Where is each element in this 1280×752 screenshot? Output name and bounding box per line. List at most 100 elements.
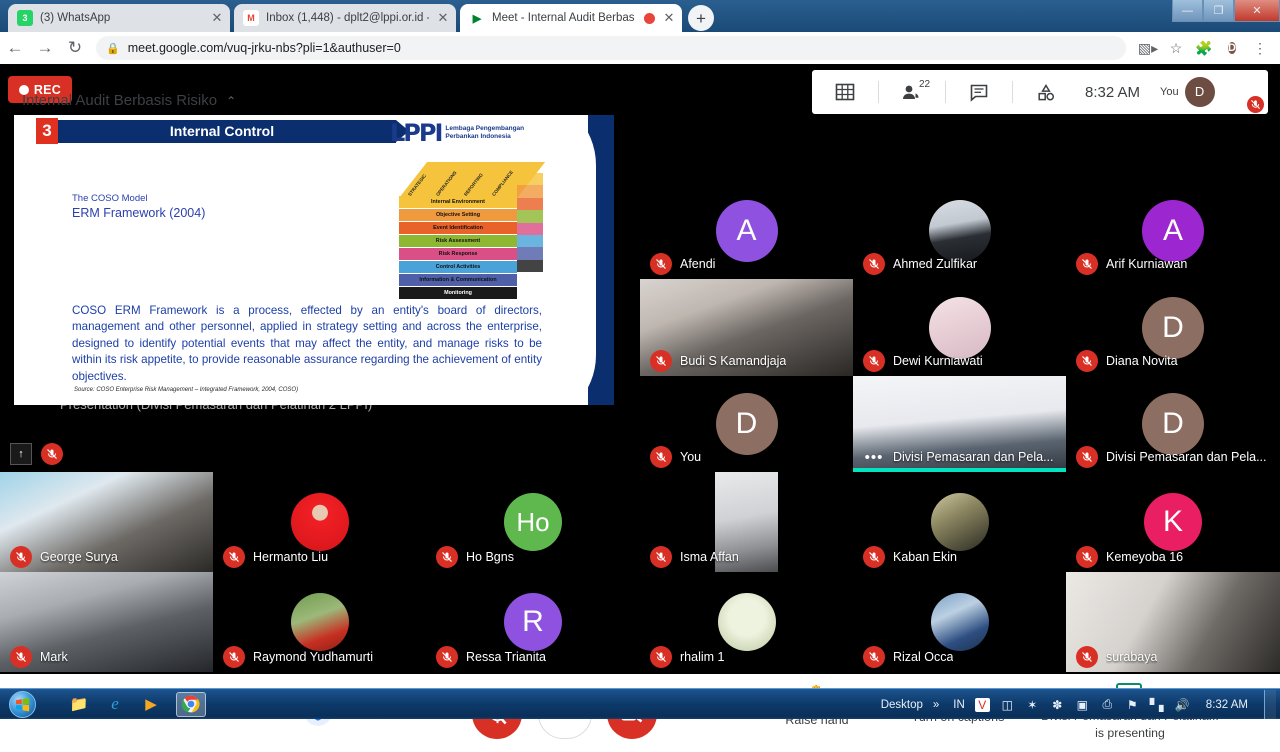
participant-mic-off-icon xyxy=(436,646,458,668)
participant-mic-off-icon xyxy=(863,350,885,372)
mic-off-glyph xyxy=(656,652,666,662)
taskbar-clock[interactable]: 8:32 AM xyxy=(1206,699,1248,711)
safely-remove-icon[interactable]: ⎙ xyxy=(1100,697,1115,712)
browser-tab-meet[interactable]: ▶ Meet - Internal Audit Berbas ✕ xyxy=(460,4,682,32)
mic-off-glyph xyxy=(656,356,666,366)
participant-count-badge: 22 xyxy=(919,79,931,90)
pin-presentation-button[interactable]: ↑ xyxy=(10,443,32,465)
videocam-icon[interactable]: ▧▸ xyxy=(1134,40,1162,57)
kebab-menu-icon[interactable]: ⋮ xyxy=(1246,40,1274,57)
chat-icon[interactable] xyxy=(946,70,1012,114)
participant-tile[interactable]: rhalim 1 xyxy=(640,572,853,672)
participant-name: Kaban Ekin xyxy=(893,550,957,564)
presentation-mic-off-icon xyxy=(41,443,63,465)
forward-icon[interactable]: → xyxy=(30,38,60,58)
network-map-icon[interactable]: ▣ xyxy=(1075,698,1090,712)
adobe-icon[interactable]: ✽ xyxy=(1050,698,1065,712)
antivirus-icon[interactable]: V xyxy=(974,697,990,712)
profile-initial: D xyxy=(1228,42,1236,54)
window-maximize-button[interactable]: ❐ xyxy=(1203,0,1234,22)
star-icon[interactable]: ☆ xyxy=(1162,40,1190,57)
participant-name: Ressa Trianita xyxy=(466,650,546,664)
layout-grid-glyph xyxy=(835,83,855,101)
new-tab-button[interactable]: + xyxy=(688,5,714,31)
media-player-icon[interactable]: ▶ xyxy=(140,693,162,715)
tab-close-button[interactable]: ✕ xyxy=(210,11,224,25)
mic-off-glyph xyxy=(229,652,239,662)
participant-tile[interactable]: Rizal Occa xyxy=(853,572,1066,672)
participant-tile[interactable]: Ahmed Zulfikar xyxy=(853,182,1066,279)
chevron-up-icon[interactable]: ⌃ xyxy=(226,94,236,108)
flag-icon[interactable]: ⚑ xyxy=(1125,698,1140,712)
participant-name: Arif Kurniawan xyxy=(1106,257,1188,271)
battery-icon[interactable]: ◫ xyxy=(1000,698,1015,712)
meeting-info[interactable]: Internal Audit Berbasis Risiko ⌃ xyxy=(22,92,236,109)
activities-glyph xyxy=(1038,84,1055,101)
internet-explorer-icon[interactable]: e xyxy=(104,693,126,715)
photo-cartoon-hijab xyxy=(928,296,991,359)
participant-name: Isma Affan xyxy=(680,550,739,564)
address-bar[interactable]: 🔒 meet.google.com/vuq-jrku-nbs?pli=1&aut… xyxy=(96,36,1126,60)
participant-tile[interactable]: D Diana Novita xyxy=(1066,279,1280,376)
participant-tile[interactable]: A Arif Kurniawan xyxy=(1066,182,1280,279)
participant-tile[interactable]: R Ressa Trianita xyxy=(426,572,640,672)
presentation-slide[interactable]: Internal Control 3 LPPI Lembaga Pengemba… xyxy=(14,115,614,405)
tray-overflow-icon[interactable]: » xyxy=(933,699,939,711)
tab-recording-indicator-icon xyxy=(644,12,655,24)
system-tray: Desktop » IN V ◫ ✶ ✽ ▣ ⎙ ⚑ ▘▖ 🔊 8:32 AM xyxy=(881,689,1280,720)
mic-off-glyph xyxy=(442,552,452,562)
participant-tile[interactable]: D You xyxy=(640,376,853,472)
file-explorer-icon[interactable]: 📁 xyxy=(68,693,90,715)
coso-cube-row: Risk Assessment xyxy=(399,235,517,248)
desktop-label[interactable]: Desktop xyxy=(881,699,923,711)
chat-glyph xyxy=(970,84,988,102)
participant-tile[interactable]: A Afendi xyxy=(640,182,853,279)
back-icon[interactable]: ← xyxy=(0,38,30,58)
participant-tile[interactable]: Mark xyxy=(0,572,213,672)
participant-mic-off-icon xyxy=(10,546,32,568)
window-close-button[interactable]: ✕ xyxy=(1234,0,1280,22)
participant-name: You xyxy=(680,450,702,464)
participant-tile[interactable]: surabaya xyxy=(1066,572,1280,672)
participant-tile[interactable]: Isma Affan xyxy=(640,472,853,572)
coso-cube-row: Risk Response xyxy=(399,248,517,261)
tab-close-button[interactable]: ✕ xyxy=(662,11,676,25)
reload-icon[interactable]: ↻ xyxy=(60,38,90,58)
bluetooth-icon[interactable]: ✶ xyxy=(1025,698,1040,712)
participant-tile[interactable]: George Surya xyxy=(0,472,213,572)
you-avatar[interactable]: D xyxy=(1184,77,1215,107)
participant-tile[interactable]: K Kemeyoba 16 xyxy=(1066,472,1280,572)
language-indicator[interactable]: IN xyxy=(953,699,965,711)
signal-icon[interactable]: ▘▖ xyxy=(1150,698,1168,712)
activities-icon[interactable] xyxy=(1013,70,1079,114)
participant-avatar: Ho xyxy=(504,493,562,551)
participant-mic-off-icon xyxy=(863,646,885,668)
extensions-icon[interactable]: 🧩 xyxy=(1190,40,1218,57)
people-icon[interactable]: 22 xyxy=(879,70,945,114)
participant-tile[interactable]: Raymond Yudhamurti xyxy=(213,572,426,672)
show-desktop-button[interactable] xyxy=(1264,690,1276,719)
participant-tile[interactable]: ••• Divisi Pemasaran dan Pela... xyxy=(853,376,1066,472)
participant-tile[interactable]: Budi S Kamandjaja xyxy=(640,279,853,376)
participant-avatar: D xyxy=(715,393,778,455)
participant-name: Divisi Pemasaran dan Pela... xyxy=(893,450,1054,464)
present-status-line2: is presenting xyxy=(1095,725,1165,740)
participant-more-dots-icon[interactable]: ••• xyxy=(863,446,885,468)
participant-tile[interactable]: Ho Ho Bgns xyxy=(426,472,640,572)
browser-tab-whatsapp[interactable]: 3 (3) WhatsApp ✕ xyxy=(8,4,230,32)
layout-grid-icon[interactable] xyxy=(812,70,878,114)
participant-tile[interactable]: Kaban Ekin xyxy=(853,472,1066,572)
profile-avatar[interactable]: D xyxy=(1218,38,1246,58)
participant-tile[interactable]: D Divisi Pemasaran dan Pela... xyxy=(1066,376,1280,472)
browser-tab-gmail[interactable]: M Inbox (1,448) - dplt2@lppi.or.id - ✕ xyxy=(234,4,456,32)
start-button[interactable] xyxy=(0,690,44,719)
slide-number: 3 xyxy=(36,118,58,144)
coso-cube-top-label: REPORTING xyxy=(463,172,484,197)
volume-icon[interactable]: 🔊 xyxy=(1175,698,1190,712)
participant-avatar: D xyxy=(1142,393,1204,455)
participant-tile[interactable]: Dewi Kurniawati xyxy=(853,279,1066,376)
window-minimize-button[interactable]: — xyxy=(1172,0,1203,22)
chrome-icon[interactable] xyxy=(176,691,206,717)
participant-tile[interactable]: Hermanto Liu xyxy=(213,472,426,572)
tab-close-button[interactable]: ✕ xyxy=(436,11,450,25)
